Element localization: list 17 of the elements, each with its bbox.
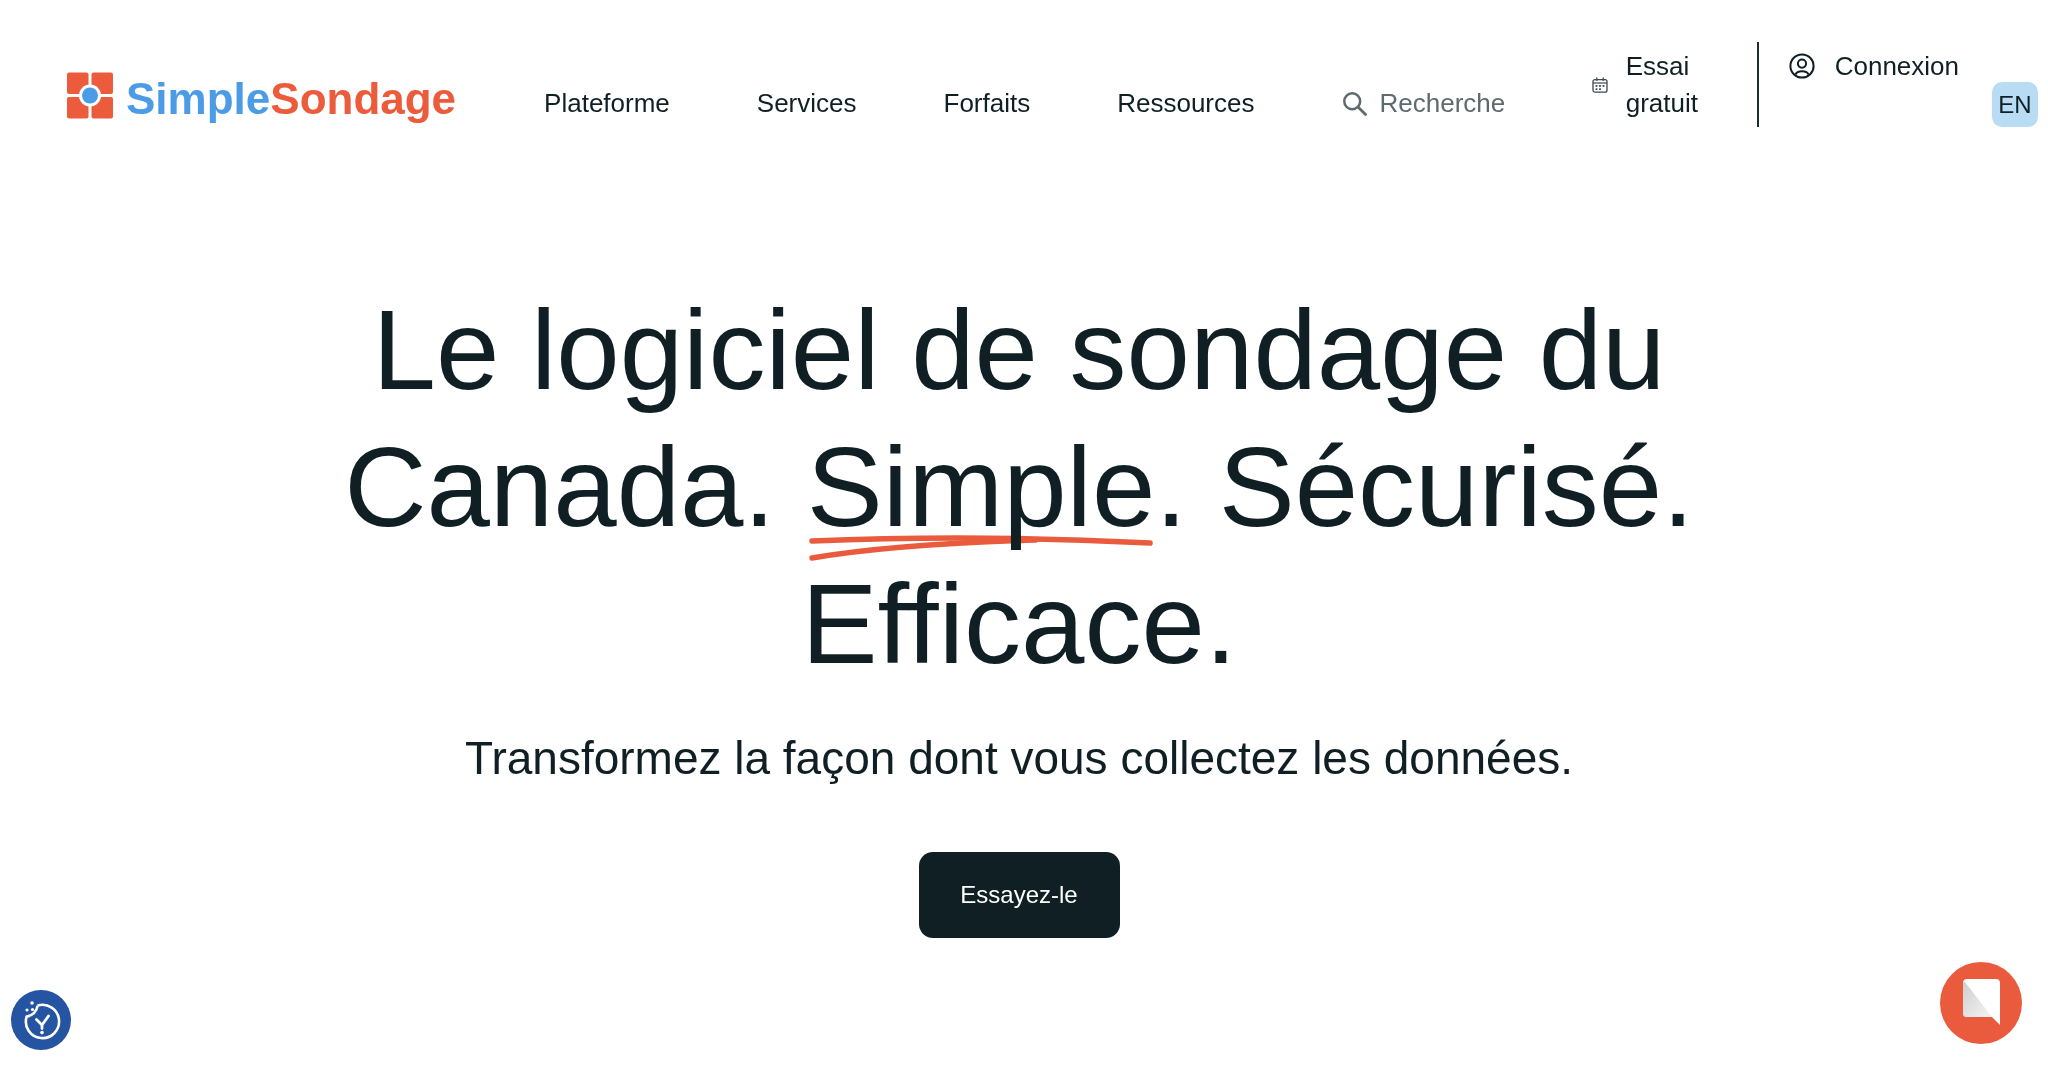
search-icon xyxy=(1342,90,1368,116)
try-it-button[interactable]: Essayez-le xyxy=(918,852,1120,938)
login-link[interactable]: Connexion xyxy=(1788,51,1959,81)
nav-link[interactable]: Plateforme xyxy=(544,88,670,118)
logo-icon xyxy=(67,71,113,119)
language-button[interactable]: EN xyxy=(1992,82,2038,127)
nav-link[interactable]: Services xyxy=(756,88,857,118)
nav-link[interactable]: Forfaits xyxy=(943,88,1031,118)
search-field[interactable]: Recherche xyxy=(1379,88,1508,118)
calendar-icon xyxy=(1591,77,1608,93)
hero-headline: Le logiciel de sondage du Canada. Simple. Sécurisé. Efficace. xyxy=(343,285,1695,689)
hero-subtitle: Transformez la façon dont vous collectez les données. xyxy=(465,731,1573,786)
cookie-icon[interactable] xyxy=(11,990,71,1050)
user-icon xyxy=(1788,53,1815,79)
trial-link[interactable]: Essai gratuit xyxy=(1591,48,1726,122)
chat-icon[interactable] xyxy=(1940,962,2022,1044)
nav-link[interactable]: Ressources xyxy=(1117,88,1255,118)
